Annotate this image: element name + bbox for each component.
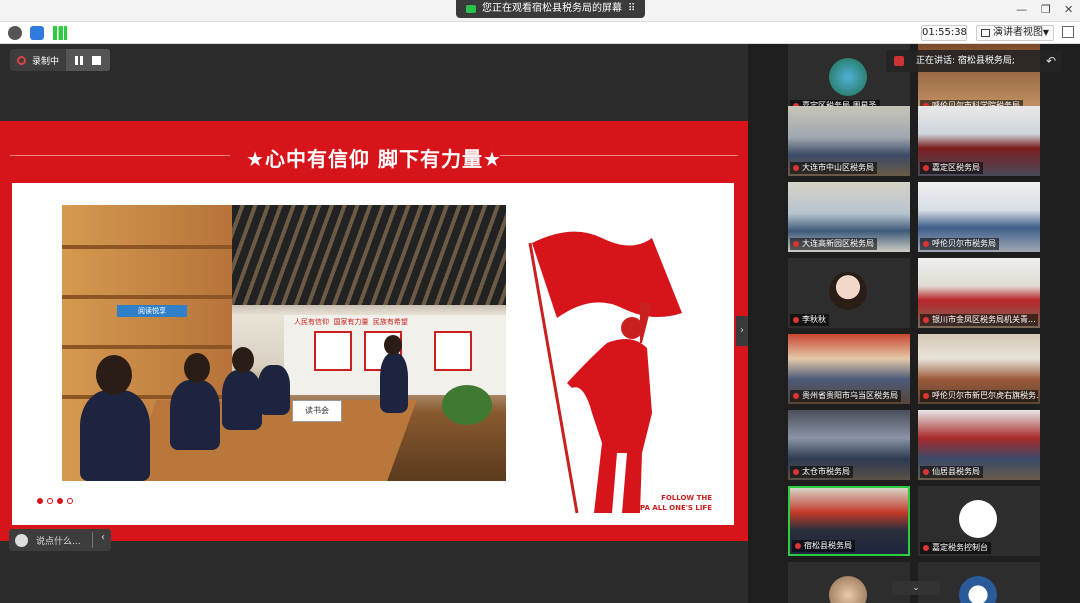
participant-tile[interactable]: 仙居县税务局	[918, 410, 1040, 480]
view-mode-label: 演讲者视图	[993, 27, 1043, 38]
participant-tile[interactable]: 贵州省贵阳市乌当区税务局	[788, 334, 910, 404]
speaker-person	[380, 353, 408, 413]
participant-avatar	[829, 58, 867, 96]
chevron-down-icon: ▼	[1042, 28, 1049, 37]
recording-indicator: 录制中	[10, 49, 110, 71]
participant-name: 嘉定税务控制台	[920, 542, 991, 554]
participant-name: 贵州省贵阳市乌当区税务局	[790, 390, 901, 402]
participant-name: 李秋秋	[790, 314, 829, 326]
slide-title: ★心中有信仰 脚下有力量★	[246, 147, 502, 171]
screen-share-icon	[466, 5, 476, 13]
participant-avatar	[959, 576, 997, 603]
drag-handle-icon[interactable]: ⠿	[628, 0, 635, 18]
speaker-icon	[894, 56, 904, 66]
restore-icon[interactable]: ❐	[1041, 3, 1051, 16]
participant-name: 大连市中山区税务局	[790, 162, 877, 174]
pause-recording-button[interactable]	[74, 55, 83, 65]
participant-tile[interactable]: 银川市金凤区税务局机关青...	[918, 258, 1040, 328]
pagination-dot[interactable]	[37, 498, 43, 504]
title-divider-right	[500, 155, 738, 156]
staff-person	[222, 370, 262, 430]
chat-placeholder[interactable]: 说点什么...	[36, 534, 81, 547]
participant-panel: 嘉定区税务局 周星圣 呼伦贝尔市科学院税务局 大连市中山区税务局 嘉定区税务局 …	[748, 44, 1080, 603]
signal-icon[interactable]	[53, 26, 67, 40]
emoji-icon[interactable]	[15, 533, 28, 547]
participant-name: 嘉定区税务局	[920, 162, 983, 174]
recording-label: 录制中	[32, 56, 60, 67]
banner-text: 您正在观看宿松县税务局的屏幕	[482, 3, 622, 14]
reading-banner: 阅读悦享	[117, 305, 187, 317]
reading-room-photo: 人民有信仰 国家有力量 民族有希望 阅读悦享 读书会	[62, 205, 506, 481]
view-mode-dropdown[interactable]: 演讲者视图 ▼	[976, 25, 1054, 41]
participant-name: 银川市金凤区税务局机关青...	[920, 314, 1038, 326]
fullscreen-icon[interactable]	[1062, 26, 1074, 38]
participant-tile[interactable]: 呼伦贝尔市新巴尔虎右旗税务...	[918, 334, 1040, 404]
participant-tile[interactable]: 嘉定区税务局	[918, 106, 1040, 176]
staff-person	[80, 390, 150, 481]
potted-plant	[442, 385, 492, 425]
collapse-panel-handle[interactable]: ›	[736, 316, 748, 346]
shield-icon[interactable]	[30, 26, 44, 40]
ceiling-decor	[232, 205, 506, 305]
staff-head	[232, 347, 254, 373]
staff-person	[170, 380, 220, 450]
scroll-down-button[interactable]: ⌄	[892, 581, 940, 595]
chevron-left-icon[interactable]: ‹	[101, 532, 105, 543]
speaking-indicator: 正在讲话: 宿松县税务局; ↶	[886, 50, 1062, 72]
wall-slogans: 人民有信仰 国家有力量 民族有希望	[294, 318, 408, 326]
participant-tile[interactable]: 嘉定税务控制台	[918, 486, 1040, 556]
flag-bearer-silhouette	[528, 231, 682, 514]
pagination-dot[interactable]	[47, 498, 53, 504]
chat-bubble-avatar	[959, 500, 997, 538]
staff-head	[184, 353, 210, 383]
participant-name: 呼伦贝尔市税务局	[920, 238, 999, 250]
back-arrow-icon[interactable]: ↶	[1046, 50, 1056, 72]
chat-input-bar[interactable]: 说点什么... ‹	[9, 529, 111, 551]
participant-tile[interactable]: 呼伦贝尔市税务局	[918, 182, 1040, 252]
window-title-bar: 您正在观看宿松县税务局的屏幕 ⠿ — ❐ ✕	[0, 0, 1080, 22]
info-icon[interactable]	[8, 26, 22, 40]
minimize-icon[interactable]: —	[1016, 3, 1027, 16]
screen-share-banner: 您正在观看宿松县税务局的屏幕 ⠿	[456, 0, 646, 18]
stop-recording-button[interactable]	[92, 55, 102, 65]
close-icon[interactable]: ✕	[1064, 3, 1073, 16]
presentation-slide: ★心中有信仰 脚下有力量★ 人民有信仰 国家有力量 民族有希望 阅读悦享 读书会…	[0, 121, 748, 541]
participant-tile[interactable]: 大连市中山区税务局	[788, 106, 910, 176]
participant-name: 大连高新园区税务局	[790, 238, 877, 250]
staff-person	[258, 365, 290, 415]
participant-name: 呼伦贝尔市新巴尔虎右旗税务...	[920, 390, 1038, 402]
participant-tile[interactable]: 大连高新园区税务局	[788, 182, 910, 252]
slide-pagination[interactable]	[37, 498, 73, 504]
slide-footer-text: FOLLOW THE PA ALL ONE'S LIFE	[640, 494, 712, 512]
pagination-dot[interactable]	[57, 498, 63, 504]
speaker-head	[384, 335, 402, 355]
slide-content-card: 人民有信仰 国家有力量 民族有希望 阅读悦享 读书会 FOLLOW THE PA…	[12, 183, 734, 525]
table-sign: 读书会	[292, 400, 342, 422]
pagination-dot[interactable]	[67, 498, 73, 504]
participant-avatar	[829, 272, 867, 310]
participant-tile[interactable]: 李秋秋	[788, 258, 910, 328]
meeting-timer: 01:55:38	[921, 25, 967, 41]
participant-name: 宿松县税务局	[792, 540, 855, 552]
participant-tile[interactable]: 太仓市税务局	[788, 410, 910, 480]
participant-tile-active[interactable]: 宿松县税务局	[788, 486, 910, 556]
participant-avatar	[829, 576, 867, 603]
participant-name: 太仓市税务局	[790, 466, 853, 478]
staff-head	[96, 355, 132, 395]
meeting-toolbar: 01:55:38 演讲者视图 ▼	[0, 22, 1080, 44]
record-icon	[17, 55, 26, 65]
speaking-label: 正在讲话: 宿松县税务局;	[916, 56, 1015, 66]
layout-icon	[981, 29, 990, 37]
participant-name: 仙居县税务局	[920, 466, 983, 478]
